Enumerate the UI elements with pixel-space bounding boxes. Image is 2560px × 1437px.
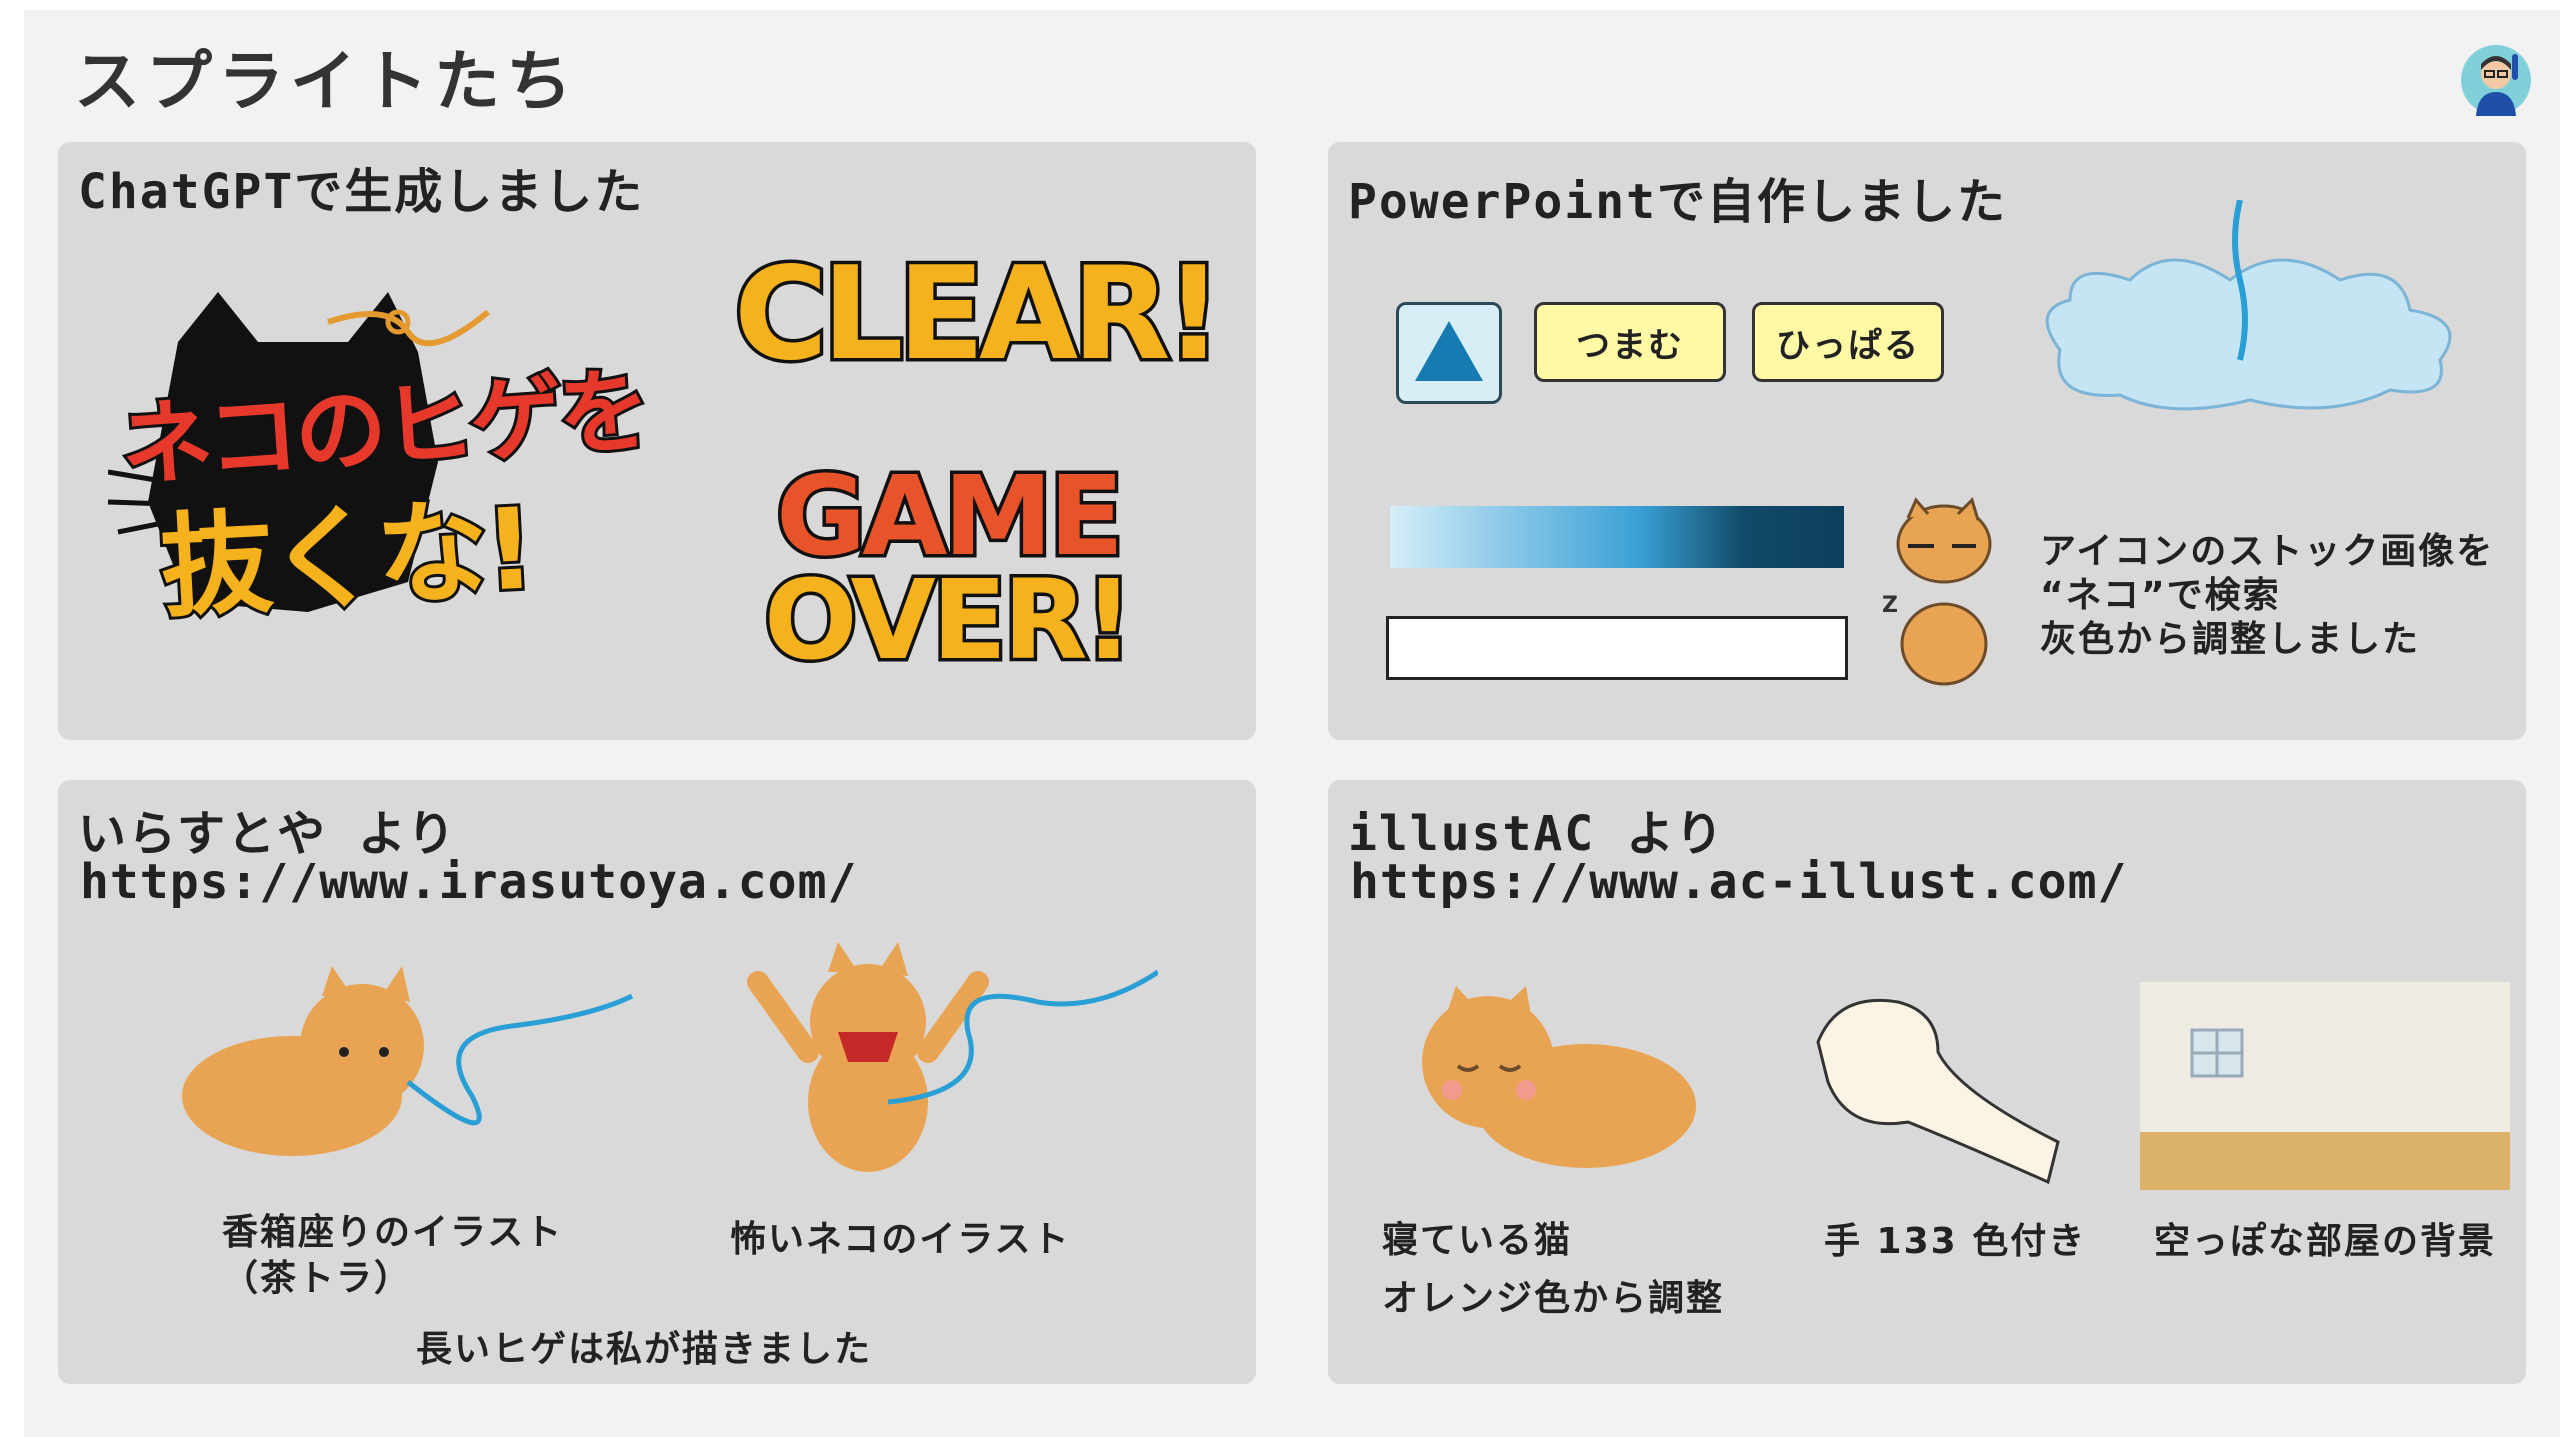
- panel-chatgpt: ChatGPTで生成しました ネコのヒゲを 抜くな! CLEAR! GAME O…: [58, 142, 1256, 740]
- play-button[interactable]: [1396, 302, 1502, 404]
- gameover-line2: OVER!: [761, 553, 1138, 688]
- page-title: スプライトたち: [74, 43, 578, 120]
- caption-cat-sitting: 香箱座りのイラスト （茶トラ）: [222, 1212, 564, 1299]
- avatar-icon: [2461, 45, 2531, 116]
- cat-icon-note: アイコンのストック画像を “ネコ”で検索 灰色から調整しました: [2040, 530, 2494, 662]
- panel-title: PowerPointで自作しました: [1348, 174, 2007, 230]
- gauge-filled: [1390, 506, 1844, 568]
- note-line: “ネコ”で検索: [2040, 575, 2281, 616]
- slide: スプライトたち ChatGPTで生成しました ネコのヒゲを 抜くな! CLEAR…: [24, 10, 2560, 1437]
- room-icon: [2140, 982, 2510, 1190]
- cat-sitting-icon: [182, 966, 634, 1156]
- cat-sleeping-icon: [1422, 986, 1696, 1168]
- pull-button[interactable]: ひっぱる: [1752, 302, 1944, 382]
- cloud-icon: [2045, 200, 2452, 411]
- cat-icon: Z: [1882, 497, 1992, 686]
- cat-angry-icon: [747, 942, 1158, 1172]
- clear-text: CLEAR!: [731, 237, 1227, 393]
- gauge-empty: [1386, 616, 1848, 680]
- play-triangle-icon: [1415, 321, 1483, 381]
- source-url: https://www.irasutoya.com/: [80, 854, 858, 910]
- hand-icon: [1816, 998, 2060, 1185]
- note-line: 灰色から調整しました: [2040, 619, 2421, 660]
- pinch-button[interactable]: つまむ: [1534, 302, 1726, 382]
- note-line: アイコンのストック画像を: [2040, 531, 2495, 572]
- caption-room: 空っぽな部屋の背景: [2154, 1221, 2497, 1262]
- whisker-note: 長いヒゲは私が描きました: [416, 1329, 873, 1370]
- logo-line2: 抜くな!: [154, 481, 537, 636]
- caption-hand: 手 133 色付き: [1824, 1221, 2087, 1262]
- caption-cat-angry: 怖いネコのイラスト: [730, 1219, 1071, 1260]
- svg-text:Z: Z: [1882, 593, 1898, 618]
- source-url: https://www.ac-illust.com/: [1350, 854, 2128, 910]
- panel-title: ChatGPTで生成しました: [78, 164, 645, 220]
- caption-cat-sleeping: 寝ている猫 オレンジ色から調整: [1382, 1220, 1725, 1319]
